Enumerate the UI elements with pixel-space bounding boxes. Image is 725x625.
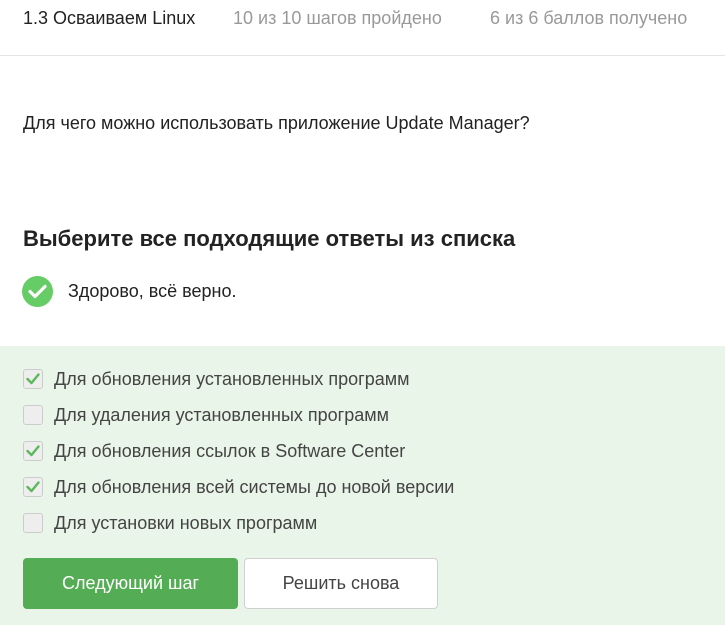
option-label: Для обновления ссылок в Software Center <box>54 440 406 461</box>
checkmark-icon <box>26 373 40 385</box>
question-text: Для чего можно использовать приложение U… <box>23 113 530 133</box>
option-label: Для установки новых программ <box>54 512 318 533</box>
checkbox[interactable] <box>23 369 43 389</box>
feedback-text: Здорово, всё верно. <box>68 280 237 301</box>
lesson-title[interactable]: 1.3 Осваиваем Linux <box>23 8 195 29</box>
option-3[interactable]: Для обновления ссылок в Software Center <box>23 440 405 462</box>
option-2[interactable]: Для удаления установленных программ <box>23 404 389 426</box>
option-1[interactable]: Для обновления установленных программ <box>23 368 410 390</box>
checkbox[interactable] <box>23 513 43 533</box>
score-progress: 6 из 6 баллов получено <box>490 8 688 28</box>
checkbox[interactable] <box>23 405 43 425</box>
solve-again-button[interactable]: Решить снова <box>244 558 438 609</box>
feedback-message: Здорово, всё верно. <box>22 275 237 307</box>
option-label: Для обновления установленных программ <box>54 368 410 389</box>
step-page: 1.3 Осваиваем Linux 10 из 10 шагов пройд… <box>0 0 725 625</box>
checkmark-icon <box>26 445 40 457</box>
next-step-button[interactable]: Следующий шаг <box>23 558 238 609</box>
options-panel: Для обновления установленных программ Дл… <box>0 346 725 625</box>
option-5[interactable]: Для установки новых программ <box>23 512 317 534</box>
option-label: Для удаления установленных программ <box>54 404 390 425</box>
steps-progress: 10 из 10 шагов пройдено <box>233 8 442 28</box>
option-label: Для обновления всей системы до новой вер… <box>54 476 455 497</box>
step-header: 1.3 Осваиваем Linux 10 из 10 шагов пройд… <box>0 0 725 56</box>
quiz-instruction: Выберите все подходящие ответы из списка <box>23 226 516 251</box>
option-4[interactable]: Для обновления всей системы до новой вер… <box>23 476 454 498</box>
checkbox[interactable] <box>23 477 43 497</box>
checkbox[interactable] <box>23 441 43 461</box>
check-circle-icon <box>22 275 53 307</box>
checkmark-icon <box>26 481 40 493</box>
